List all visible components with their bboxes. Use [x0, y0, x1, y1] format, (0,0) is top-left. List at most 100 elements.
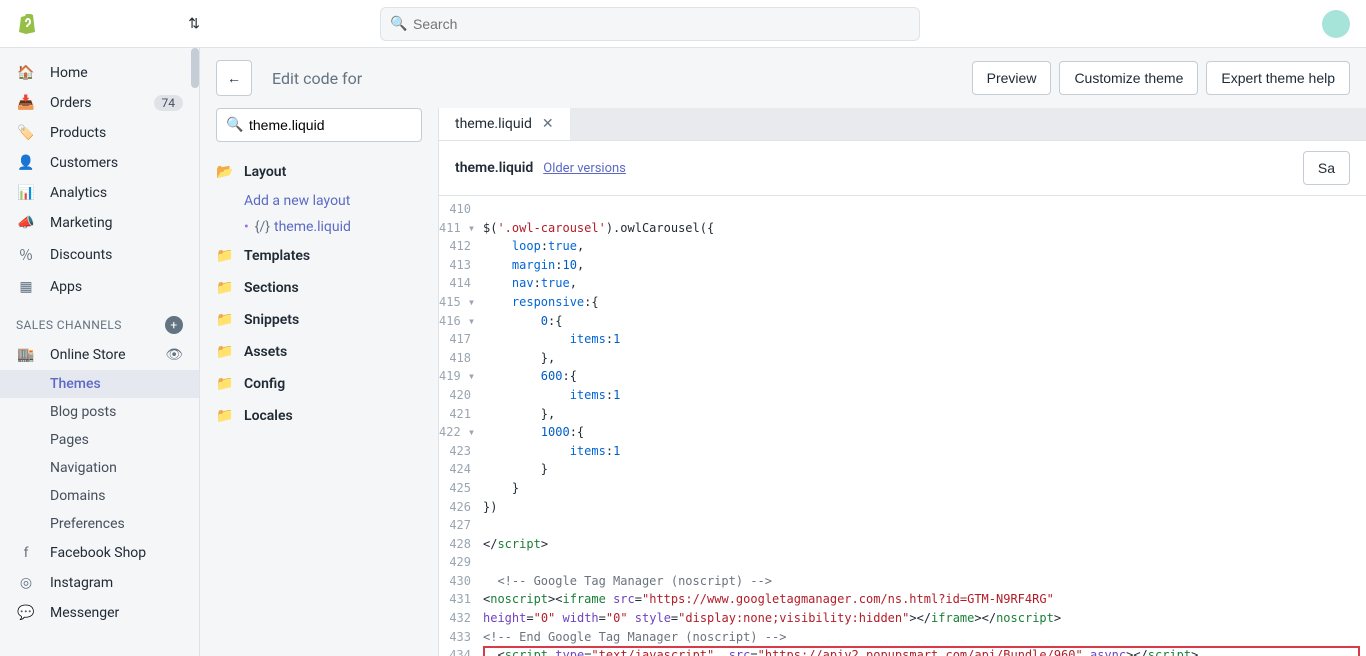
nav-label: Marketing [50, 215, 113, 231]
code-line[interactable]: 414 nav:true, [439, 274, 1366, 293]
code-line[interactable]: 430 <!-- Google Tag Manager (noscript) -… [439, 572, 1366, 591]
code-line[interactable]: 434 <script type="text/javascript" src="… [439, 646, 1366, 656]
folder-snippets[interactable]: 📁Snippets [216, 304, 422, 336]
nav-customers[interactable]: 👤Customers [0, 148, 199, 178]
nav-analytics[interactable]: 📊 Analytics [0, 178, 199, 208]
customers-icon: 👤 [16, 155, 36, 171]
nav-label: Instagram [50, 575, 113, 591]
store-switcher[interactable]: ⇅ [50, 16, 200, 32]
code-line[interactable]: 415 ▾ responsive:{ [439, 293, 1366, 312]
expert-help-button[interactable]: Expert theme help [1206, 61, 1350, 95]
older-versions-link[interactable]: Older versions [543, 161, 626, 176]
nav-home[interactable]: 🏠Home [0, 58, 199, 88]
file-theme-liquid[interactable]: {/}theme.liquid [244, 214, 422, 240]
code-line[interactable]: 427 [439, 516, 1366, 535]
code-content[interactable]: 410411 ▾$('.owl-carousel').owlCarousel({… [439, 196, 1366, 656]
code-line[interactable]: 410 [439, 200, 1366, 219]
content: ← Edit code for Preview Customize theme … [200, 48, 1366, 656]
code-line[interactable]: 412 loop:true, [439, 237, 1366, 256]
preview-button[interactable]: Preview [972, 61, 1052, 95]
subnav-blog-posts[interactable]: Blog posts [50, 398, 199, 426]
code-line[interactable]: 418 }, [439, 349, 1366, 368]
code-line[interactable]: 423 items:1 [439, 442, 1366, 461]
subnav-domains[interactable]: Domains [50, 482, 199, 510]
code-line[interactable]: 411 ▾$('.owl-carousel').owlCarousel({ [439, 219, 1366, 238]
nav-facebook[interactable]: fFacebook Shop [0, 538, 199, 568]
folder-config[interactable]: 📁Config [216, 368, 422, 400]
subnav-preferences[interactable]: Preferences [50, 510, 199, 538]
nav-apps[interactable]: ▦ Apps [0, 272, 199, 302]
home-icon: 🏠 [16, 65, 36, 81]
back-button[interactable]: ← [216, 60, 252, 96]
close-tab-icon[interactable]: ✕ [542, 116, 554, 132]
code-line[interactable]: 433<!-- End Google Tag Manager (noscript… [439, 628, 1366, 647]
add-new-layout-link[interactable]: Add a new layout [244, 188, 422, 214]
code-line[interactable]: 417 items:1 [439, 330, 1366, 349]
file-tree-panel: 🔍 📂Layout Add a new layout {/}theme.liqu… [200, 108, 438, 656]
nav-discounts[interactable]: ％Discounts [0, 238, 199, 272]
toolbar: ← Edit code for Preview Customize theme … [200, 48, 1366, 108]
tab-theme-liquid[interactable]: theme.liquid ✕ [439, 108, 570, 140]
add-channel-button[interactable]: + [165, 316, 183, 334]
marketing-icon: 📣 [16, 215, 36, 231]
code-line[interactable]: 432height="0" width="0" style="display:n… [439, 609, 1366, 628]
code-line[interactable]: 429 [439, 553, 1366, 572]
folder-templates[interactable]: 📁Templates [216, 240, 422, 272]
code-line[interactable]: 413 margin:10, [439, 256, 1366, 275]
sales-channels-heading: SALES CHANNELS+ [0, 302, 199, 340]
code-line[interactable]: 421 }, [439, 405, 1366, 424]
view-store-icon[interactable]: 👁 [165, 347, 183, 363]
folder-assets[interactable]: 📁Assets [216, 336, 422, 368]
code-line[interactable]: 426}) [439, 498, 1366, 517]
nav-label: Online Store [50, 347, 126, 363]
subnav-pages[interactable]: Pages [50, 426, 199, 454]
page-title: Edit code for [272, 69, 362, 88]
nav-online-store[interactable]: 🏬 Online Store 👁 [0, 340, 199, 370]
file-header: theme.liquid Older versions Sa [439, 141, 1366, 196]
code-line[interactable]: 416 ▾ 0:{ [439, 312, 1366, 331]
avatar[interactable] [1322, 10, 1350, 38]
customize-theme-button[interactable]: Customize theme [1059, 61, 1198, 95]
nav-orders[interactable]: 📥Orders74 [0, 88, 199, 118]
folder-sections[interactable]: 📁Sections [216, 272, 422, 304]
folder-locales[interactable]: 📁Locales [216, 400, 422, 432]
nav-label: Discounts [50, 247, 112, 263]
file-search-input[interactable] [216, 108, 422, 142]
store-icon: 🏬 [16, 347, 36, 363]
apps-icon: ▦ [16, 279, 36, 295]
tab-label: theme.liquid [455, 116, 532, 132]
code-line[interactable]: 428</script> [439, 535, 1366, 554]
folder-icon: 📁 [216, 376, 232, 392]
subnav-navigation[interactable]: Navigation [50, 454, 199, 482]
arrow-left-icon: ← [227, 70, 241, 87]
code-line[interactable]: 422 ▾ 1000:{ [439, 423, 1366, 442]
nav-label: Facebook Shop [50, 545, 146, 561]
global-search-input[interactable] [380, 7, 920, 41]
code-editor: theme.liquid ✕ theme.liquid Older version… [438, 108, 1366, 656]
messenger-icon: 💬 [16, 605, 36, 621]
save-button[interactable]: Sa [1303, 151, 1350, 185]
instagram-icon: ◎ [16, 575, 36, 591]
folder-icon: 📁 [216, 280, 232, 296]
nav-instagram[interactable]: ◎ Instagram [0, 568, 199, 598]
code-line[interactable]: 420 items:1 [439, 386, 1366, 405]
code-line[interactable]: 431<noscript><iframe src="https://www.go… [439, 590, 1366, 609]
nav-label: Analytics [50, 185, 107, 201]
editing-filename: theme.liquid [455, 160, 533, 176]
nav-messenger[interactable]: 💬Messenger [0, 598, 199, 628]
folder-icon: 📁 [216, 408, 232, 424]
nav-products[interactable]: 🏷️Products [0, 118, 199, 148]
code-line[interactable]: 424 } [439, 460, 1366, 479]
search-icon: 🔍 [390, 16, 407, 32]
analytics-icon: 📊 [16, 185, 36, 201]
folder-layout[interactable]: 📂Layout [216, 156, 422, 188]
code-line[interactable]: 425 } [439, 479, 1366, 498]
nav-marketing[interactable]: 📣 Marketing [0, 208, 199, 238]
subnav-themes[interactable]: Themes [0, 370, 199, 398]
chevron-updown-icon: ⇅ [188, 16, 200, 32]
folder-icon: 📁 [216, 344, 232, 360]
nav-label: Apps [50, 279, 82, 295]
folder-icon: 📁 [216, 312, 232, 328]
code-line[interactable]: 419 ▾ 600:{ [439, 367, 1366, 386]
nav-label: Products [50, 125, 106, 141]
